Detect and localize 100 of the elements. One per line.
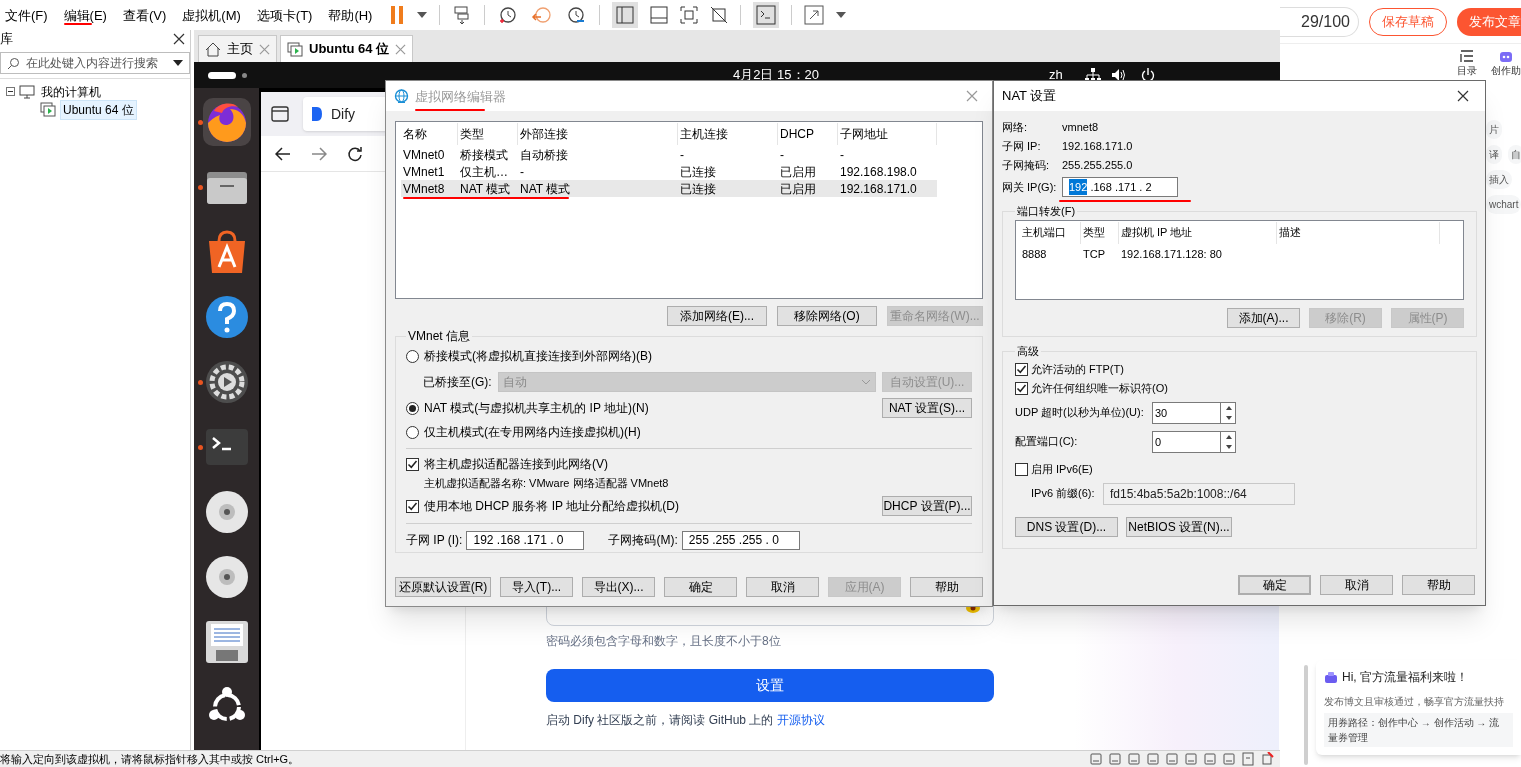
revert-icon[interactable] <box>531 5 554 25</box>
close-icon[interactable] <box>395 43 407 55</box>
toolbar-button[interactable]: 目录 <box>1457 48 1477 78</box>
button[interactable]: 还原默认设置(R) <box>395 577 491 597</box>
dialog-title: NAT 设置 <box>1002 87 1058 106</box>
tab[interactable]: 主页 <box>198 35 277 62</box>
table-cell-text: 192.168.198.0 <box>839 163 918 181</box>
disc-icon[interactable] <box>203 489 250 535</box>
button[interactable]: 确定 <box>1238 575 1311 595</box>
button[interactable]: DHCP 设置(P)... <box>882 496 972 516</box>
caret-icon[interactable] <box>836 12 847 18</box>
button[interactable]: 帮助 <box>1402 575 1475 595</box>
search-field[interactable]: 在此处键入内容进行搜索 <box>0 52 190 74</box>
field-value: 255.255.255.0 <box>1062 158 1133 174</box>
radio-button[interactable] <box>406 401 419 415</box>
tool-chip[interactable]: wchart <box>1486 195 1521 214</box>
button[interactable]: 导入(T)... <box>500 577 573 597</box>
fullscreen-icon[interactable] <box>804 5 825 25</box>
checkbox[interactable] <box>406 499 419 513</box>
input-field[interactable]: 0 <box>1152 430 1220 453</box>
tool-chip[interactable]: 译 <box>1486 145 1502 164</box>
radio-button[interactable] <box>406 349 419 363</box>
workspace-indicator[interactable] <box>208 71 236 79</box>
column-header[interactable]: 虚拟机 IP 地址 <box>1119 221 1277 244</box>
sidebar-icon[interactable] <box>271 106 289 122</box>
button[interactable]: DNS 设置(D)... <box>1015 516 1118 537</box>
button[interactable]: NetBIOS 设置(N)... <box>1126 516 1232 537</box>
menu-item[interactable]: 文件(F) <box>2 3 51 28</box>
close-icon <box>966 90 978 102</box>
scrollbar[interactable] <box>1304 665 1308 765</box>
column-header[interactable]: 名称 <box>401 123 458 145</box>
license-link[interactable]: 开源协议 <box>776 713 825 727</box>
column-header[interactable]: 外部连接 <box>518 123 678 145</box>
power-icon[interactable] <box>1140 68 1155 82</box>
input-field[interactable]: fd15:4ba5:5a2b:1008::/64 <box>1103 482 1295 505</box>
ip-address-field[interactable]: 192 .168 .171 . 2 <box>1062 177 1178 197</box>
input-field[interactable]: 30 <box>1152 401 1220 424</box>
checkbox-label: 使用本地 DHCP 服务将 IP 地址分配给虚拟机(D) <box>424 498 680 515</box>
menu-item[interactable]: 编辑(E) <box>60 3 110 28</box>
tool-chip[interactable]: 插入 <box>1486 170 1512 189</box>
status-message: 将输入定向到该虚拟机，请将鼠标指针移入其中或按 Ctrl+G。 <box>0 751 300 767</box>
button[interactable]: 添加网络(E)... <box>667 306 767 326</box>
button[interactable]: 帮助 <box>910 577 983 597</box>
menu-item[interactable]: 帮助(H) <box>325 3 376 28</box>
menu-item[interactable]: 选项卡(T) <box>253 3 316 28</box>
bottom-panel-icon[interactable] <box>650 6 669 24</box>
button[interactable]: 确定 <box>664 577 737 597</box>
back-icon[interactable] <box>275 146 291 161</box>
menu-item[interactable]: 查看(V) <box>119 3 170 28</box>
sidebar-layout-icon[interactable] <box>616 6 635 24</box>
console-icon[interactable] <box>756 5 777 25</box>
checkbox[interactable] <box>406 457 419 471</box>
tree-item[interactable]: 我的计算机 <box>39 82 103 101</box>
table-row[interactable]: VMnet0 桥接模式 自动桥接 - - - <box>401 146 937 163</box>
caret-icon[interactable] <box>417 12 428 18</box>
button[interactable]: 导出(X)... <box>582 577 655 597</box>
checkbox[interactable] <box>1015 462 1028 476</box>
input-field[interactable]: 192 .168 .171 . 0 <box>466 530 585 550</box>
radio-button[interactable] <box>406 425 419 439</box>
button[interactable]: 添加(A)... <box>1227 307 1300 328</box>
checkbox-label: 将主机虚拟适配器连接到此网络(V) <box>424 456 608 473</box>
caret-icon[interactable] <box>173 60 183 66</box>
set-button[interactable]: 设置 <box>546 669 994 702</box>
column-header[interactable]: 子网地址 <box>838 123 937 145</box>
column-header[interactable]: 主机连接 <box>678 123 778 145</box>
forward-icon[interactable] <box>311 146 327 161</box>
fit-screen-icon[interactable] <box>680 6 699 24</box>
tool-chip[interactable]: 自 <box>1508 145 1521 164</box>
help-icon[interactable] <box>203 294 250 340</box>
table-row[interactable]: VMnet1 仅主机… - 已连接 已启用 192.168.198.0 <box>401 163 937 180</box>
button[interactable]: 移除网络(O) <box>777 306 877 326</box>
group-title: VMnet 信息 <box>407 328 471 345</box>
no-scale-icon[interactable] <box>710 6 729 24</box>
menu-item[interactable]: 虚拟机(M) <box>179 3 244 28</box>
column-header[interactable]: 类型 <box>458 123 518 145</box>
field-label: 网关 IP(G): <box>1002 179 1058 195</box>
button[interactable]: 取消 <box>1320 575 1393 595</box>
tool-chip[interactable]: 片 <box>1486 120 1502 139</box>
expander-icon[interactable] <box>6 87 15 96</box>
column-header[interactable]: 描述 <box>1277 221 1440 244</box>
table-row[interactable]: VMnet8 NAT 模式 NAT 模式 已连接 已启用 192.168.171.0 <box>401 180 937 197</box>
pause-icon[interactable] <box>389 5 406 25</box>
volume-icon[interactable] <box>1110 68 1127 82</box>
close-button[interactable] <box>1455 88 1471 104</box>
column-header[interactable]: 类型 <box>1081 221 1119 244</box>
button[interactable]: NAT 设置(S)... <box>882 398 972 418</box>
disc-icon[interactable] <box>203 554 250 600</box>
checkbox[interactable] <box>1015 362 1028 376</box>
reload-icon[interactable] <box>347 145 363 162</box>
button[interactable]: 取消 <box>746 577 819 597</box>
close-button[interactable] <box>172 32 186 46</box>
toolbar-button[interactable]: 创作助 <box>1491 48 1521 78</box>
tab[interactable]: Ubuntu 64 位 <box>280 35 414 62</box>
column-header[interactable]: 主机端口 <box>1020 221 1081 244</box>
gear-icon[interactable] <box>203 359 250 405</box>
checkbox[interactable] <box>1015 381 1028 395</box>
table-cell-text: - <box>779 146 785 164</box>
column-header[interactable]: DHCP <box>778 123 838 145</box>
input-field[interactable]: 255 .255 .255 . 0 <box>681 530 800 550</box>
tree-item[interactable]: Ubuntu 64 位 <box>60 99 137 120</box>
